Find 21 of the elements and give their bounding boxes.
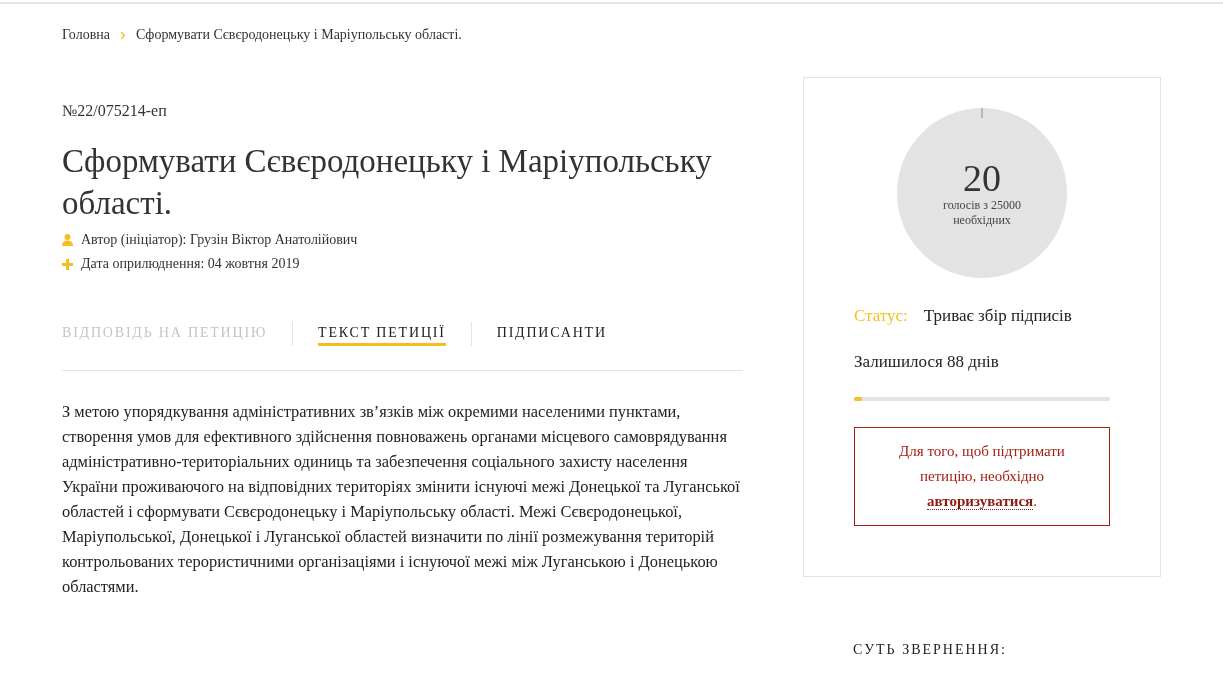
petition-title: Сформувати Сєвєродонецьку і Маріупольську області. <box>62 142 713 223</box>
petition-text: З метою упорядкування адміністративних зв’язків між окремими населеними пунктами, створення умов для ефективного здійснення повноважень органами місцевого самоврядування адміністративно-територіальних одиниць та забезпечення соціального захисту населення України проживаючого на відповідних територіях змінити існуючі межі Донецької та Луганської областей і сформувати Сєвєродонецьку і Маріупольську області. Межі Сєвєродонецької, Маріупольської, Донецької і Луганської областей визначити по лінії розмежування територій контрольованих терористичними організаціями і існуючої межі між Луганською і Донецькою областями. <box>62 401 741 598</box>
breadcrumb-current: Сформувати Сєвєродонецьку і Маріупольську області. <box>136 27 462 43</box>
date-text: Дата оприлюднення: 04 жовтня 2019 <box>81 256 300 272</box>
tab[interactable]: ПІДПИСАНТИ <box>496 322 607 346</box>
plus-icon <box>62 258 73 270</box>
essence-heading: СУТЬ ЗВЕРНЕННЯ: <box>853 642 1008 658</box>
status-value: Триває збір підписів <box>923 306 1072 326</box>
tab[interactable]: ТЕКСТ ПЕТИЦІЇ <box>318 322 446 346</box>
votes-caption: голосів з 25000 <box>943 198 1021 213</box>
person-icon <box>62 234 73 246</box>
progress-tick <box>981 108 983 118</box>
petition-number: №22/075214-еп <box>62 102 168 120</box>
breadcrumb-link[interactable]: Головна <box>62 27 110 43</box>
days-remaining: Залишилося 88 днів <box>854 352 1000 372</box>
status-label: Статус: <box>854 306 908 326</box>
votes-count: 20 <box>963 158 1001 198</box>
login-notice: Для того, щоб підтримати петицію, необхідно авторизуватися. <box>854 427 1110 526</box>
votes-caption: необхідних <box>953 213 1011 228</box>
chevron-icon <box>120 30 126 40</box>
author-text: Автор (ініціатор): Грузін Віктор Анатолійович <box>81 232 358 248</box>
